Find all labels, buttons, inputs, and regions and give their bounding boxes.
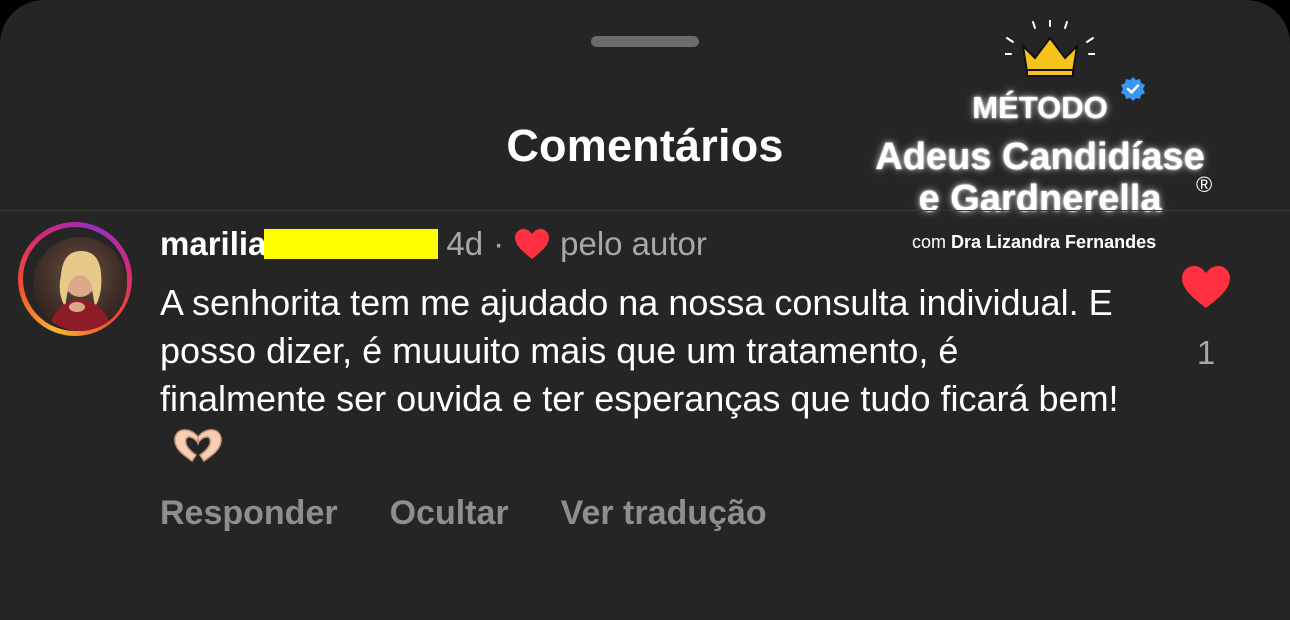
comment-header: marilia 4d · pelo autor — [160, 222, 707, 266]
logo-line-name-2: e Gardnerella — [918, 178, 1162, 220]
hide-button[interactable]: Ocultar — [390, 494, 509, 533]
translate-button[interactable]: Ver tradução — [561, 494, 767, 533]
sheet-title: Comentários — [506, 120, 784, 171]
like-button[interactable] — [1180, 264, 1232, 310]
liked-by-author-label: pelo autor — [560, 225, 707, 262]
comment-actions: Responder Ocultar Ver tradução — [160, 494, 819, 533]
logo-credit-prefix: com — [912, 232, 947, 252]
heart-icon — [515, 229, 550, 259]
comment-text: A senhorita tem me ajudado na nossa cons… — [160, 282, 1119, 419]
registered-mark: ® — [1196, 172, 1213, 197]
avatar-photo — [49, 251, 111, 331]
logo-credit-name: Dra Lizandra Fernandes — [951, 232, 1157, 252]
comment-username[interactable]: marilia — [160, 225, 266, 263]
comments-sheet: MÉTODO Adeus Candidíase e Gardnerella ® … — [0, 0, 1290, 620]
heart-hands-emoji — [174, 429, 222, 463]
avatar-story-ring[interactable] — [18, 222, 132, 336]
crown-icon — [1005, 20, 1095, 77]
comment-body: A senhorita tem me ajudado na nossa cons… — [160, 279, 1120, 471]
username-redaction — [264, 229, 439, 259]
like-count: 1 — [1196, 334, 1216, 371]
reply-button[interactable]: Responder — [160, 494, 338, 533]
meta-separator: · — [493, 225, 505, 262]
divider — [0, 210, 1290, 211]
logo-credit: com Dra Lizandra Fernandes — [912, 232, 1156, 253]
drag-handle[interactable] — [591, 36, 699, 47]
avatar[interactable] — [33, 237, 127, 331]
comment-time: 4d — [446, 225, 484, 262]
